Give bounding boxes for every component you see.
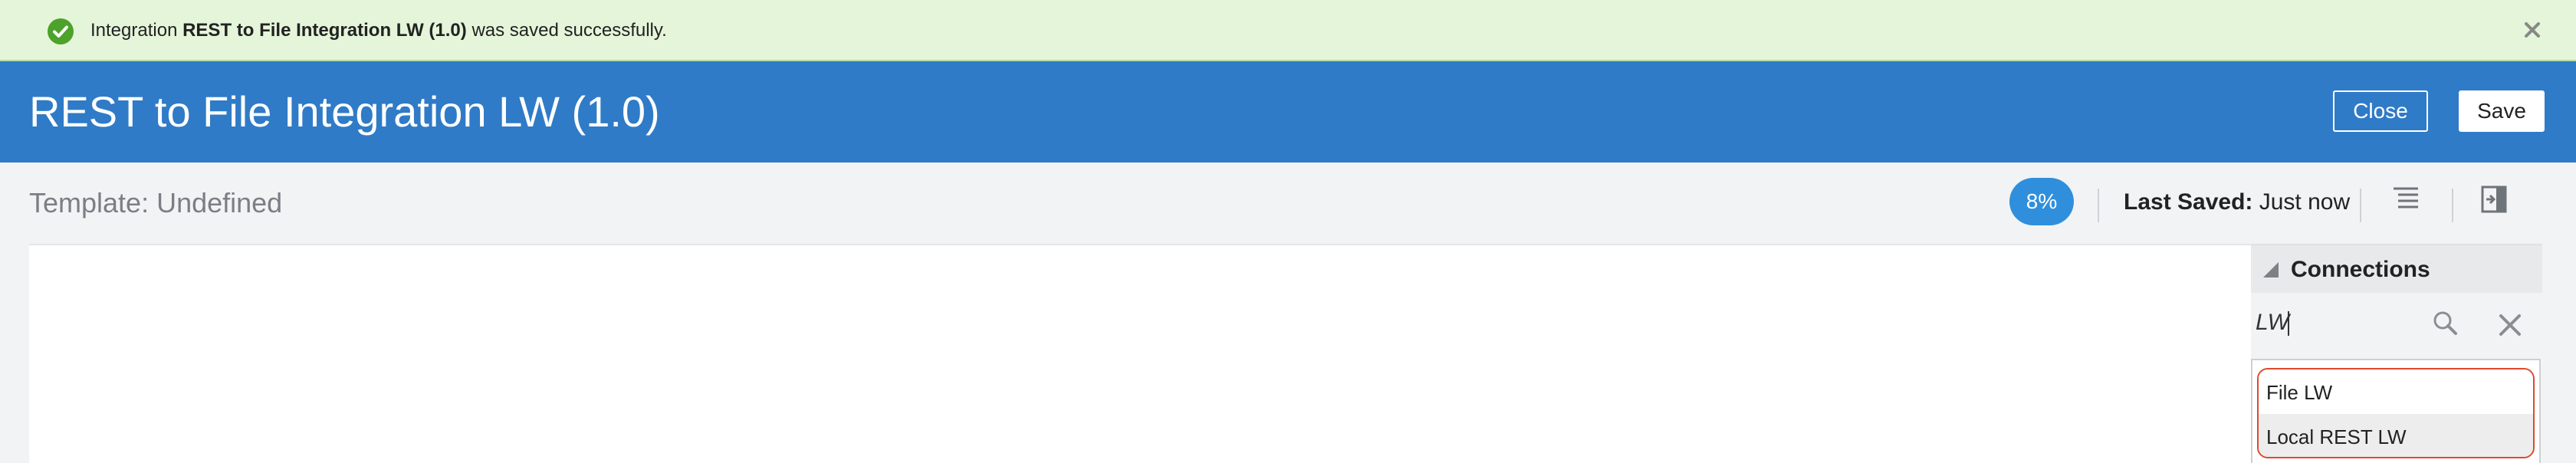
toggle-panel-icon[interactable] bbox=[2478, 182, 2512, 216]
save-button[interactable]: Save bbox=[2459, 90, 2545, 132]
success-message: Integration REST to File Integration LW … bbox=[90, 20, 667, 41]
dropdown-option[interactable]: File LW bbox=[2259, 369, 2533, 415]
connections-header[interactable]: Connections bbox=[2251, 244, 2542, 293]
search-icon[interactable] bbox=[2427, 305, 2464, 342]
dropdown-option[interactable]: Local REST LW bbox=[2259, 414, 2533, 457]
close-icon[interactable] bbox=[2519, 17, 2545, 43]
success-banner: Integration REST to File Integration LW … bbox=[0, 0, 2576, 61]
last-saved: Last Saved: Just now bbox=[2124, 189, 2351, 215]
text-caret bbox=[2288, 311, 2289, 336]
connections-search-input[interactable] bbox=[2251, 304, 2435, 342]
divider bbox=[2360, 189, 2361, 222]
canvas-toolbar: Template: Undefined 8% Last Saved: Just … bbox=[0, 163, 2576, 242]
integration-canvas[interactable] bbox=[29, 244, 2252, 463]
clear-search-icon[interactable] bbox=[2492, 307, 2528, 343]
integration-name: REST to File Integration LW (1.0) bbox=[182, 20, 467, 41]
close-button[interactable]: Close bbox=[2333, 90, 2428, 132]
divider bbox=[2098, 189, 2099, 222]
list-view-icon[interactable] bbox=[2389, 182, 2423, 216]
connections-title: Connections bbox=[2291, 257, 2430, 282]
integration-header: REST to File Integration LW (1.0) Close … bbox=[0, 61, 2576, 163]
page-title: REST to File Integration LW (1.0) bbox=[29, 87, 660, 136]
progress-badge[interactable]: 8% bbox=[2009, 178, 2074, 225]
divider bbox=[2452, 189, 2453, 222]
connections-dropdown: File LW Local REST LW bbox=[2251, 359, 2541, 463]
results-highlight: File LW Local REST LW bbox=[2257, 368, 2535, 458]
check-circle-icon bbox=[48, 18, 74, 44]
template-label: Template: Undefined bbox=[29, 187, 283, 218]
collapse-triangle-icon[interactable] bbox=[2263, 262, 2279, 277]
